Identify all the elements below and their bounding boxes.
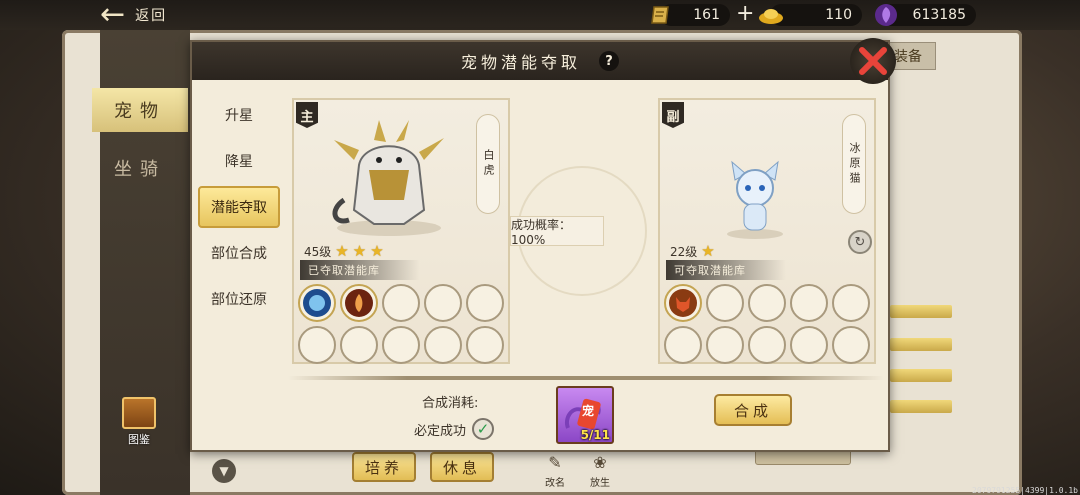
build-id: 2079791255|4399|1.0.1b xyxy=(972,486,1078,495)
atlas-button[interactable]: 图鉴 xyxy=(114,397,164,447)
skill-slot[interactable] xyxy=(832,284,870,322)
skill-slot[interactable] xyxy=(340,284,378,322)
dialog-title: 宠物潜能夺取 xyxy=(460,53,581,72)
ice-cat-pet-image xyxy=(727,160,783,239)
main-pet-card[interactable]: 主 白虎 45级 ★ ★ ★ 已夺取潜能库 xyxy=(292,98,510,364)
edit-icon: ✎ xyxy=(548,453,562,472)
main-pet-level: 45级 ★ ★ ★ xyxy=(304,242,384,260)
purple-crystal-icon xyxy=(873,2,899,28)
pet-material-item[interactable]: 宠 5/11 xyxy=(556,386,614,444)
background-bar xyxy=(890,400,952,413)
dialog-header: 宠物潜能夺取 ? xyxy=(192,42,888,80)
background-bar xyxy=(890,369,952,382)
gold-value: 110 xyxy=(825,7,852,23)
cost-label: 合成消耗: xyxy=(422,396,479,411)
sub-level-text: 22级 xyxy=(670,244,698,259)
gold-ingot-icon xyxy=(758,2,784,28)
sub-skill-banner: 可夺取潜能库 xyxy=(666,260,786,280)
add-currency-button[interactable]: + xyxy=(736,2,754,26)
sub-skill-slots xyxy=(664,284,870,364)
skill-slot[interactable] xyxy=(790,284,828,322)
close-button[interactable] xyxy=(850,38,896,84)
train-button[interactable]: 培养 xyxy=(352,452,416,482)
skill-slot[interactable] xyxy=(664,326,702,364)
skill-slot[interactable] xyxy=(832,326,870,364)
guarantee-option[interactable]: 必定成功 ✓ xyxy=(414,418,495,440)
background-bar xyxy=(890,338,952,351)
main-skill-banner: 已夺取潜能库 xyxy=(300,260,420,280)
main-skill-slots xyxy=(298,284,504,364)
rename-button[interactable]: ✎ 改名 xyxy=(537,452,573,490)
fire-skill-icon xyxy=(345,289,373,317)
tab-pet[interactable]: 宠物 xyxy=(92,88,188,132)
skill-slot[interactable] xyxy=(706,284,744,322)
success-rate: 成功概率：100% xyxy=(510,216,604,247)
chevron-down-icon[interactable]: ▼ xyxy=(212,459,236,483)
synthesize-button[interactable]: 合成 xyxy=(714,394,792,426)
ticket-value: 161 xyxy=(693,7,720,23)
back-button[interactable]: ← 返回 xyxy=(100,0,210,32)
sub-pet-card[interactable]: 副 冰原猫 22级 ★ ↻ 可夺取潜能库 xyxy=(658,98,876,364)
skill-slot[interactable] xyxy=(424,284,462,322)
skill-slot[interactable] xyxy=(466,284,504,322)
back-label: 返回 xyxy=(135,8,168,24)
item-count: 5/11 xyxy=(580,428,610,442)
skill-slot[interactable] xyxy=(748,326,786,364)
menu-part-restore[interactable]: 部位还原 xyxy=(198,278,280,320)
main-level-text: 45级 xyxy=(304,244,332,259)
guarantee-label: 必定成功 xyxy=(414,423,467,439)
skill-slot[interactable] xyxy=(298,326,336,364)
menu-star-down[interactable]: 降星 xyxy=(198,140,280,182)
white-tiger-pet-image xyxy=(332,120,444,236)
rest-button[interactable]: 休息 xyxy=(430,452,494,482)
main-pet-name: 白虎 xyxy=(476,114,500,214)
tab-mount[interactable]: 坐骑 xyxy=(92,146,188,190)
top-bar: ← 返回 161 + 110 613185 xyxy=(0,0,1080,30)
star-icon: ★ xyxy=(335,242,349,260)
sub-pet-level: 22级 ★ xyxy=(670,242,715,260)
skill-slot[interactable] xyxy=(382,284,420,322)
skill-slot[interactable] xyxy=(748,284,786,322)
check-icon[interactable]: ✓ xyxy=(472,418,495,440)
release-button[interactable]: ❀ 放生 xyxy=(582,452,618,490)
lotus-icon: ❀ xyxy=(593,453,607,472)
menu-star-up[interactable]: 升星 xyxy=(198,94,280,136)
item-char: 宠 xyxy=(582,404,595,418)
skill-slot[interactable] xyxy=(706,326,744,364)
star-icon: ★ xyxy=(370,242,384,260)
water-skill-icon xyxy=(303,289,331,317)
help-icon[interactable]: ? xyxy=(599,51,619,71)
close-icon xyxy=(859,47,887,75)
skill-slot[interactable] xyxy=(790,326,828,364)
sub-pet-name: 冰原猫 xyxy=(842,114,866,214)
swap-pet-icon[interactable]: ↻ xyxy=(848,230,872,254)
potential-steal-dialog: 宠物潜能夺取 ? 升星 降星 潜能夺取 部位合成 部位还原 主 白虎 45级 ★… xyxy=(190,38,896,452)
menu-part-synthesis[interactable]: 部位合成 xyxy=(198,232,280,274)
skill-slot[interactable] xyxy=(382,326,420,364)
atlas-label: 图鉴 xyxy=(128,433,150,446)
side-menu: 升星 降星 潜能夺取 部位合成 部位还原 xyxy=(198,94,280,324)
demon-skill-icon xyxy=(669,289,697,317)
crystal-value: 613185 xyxy=(912,7,966,23)
book-icon xyxy=(122,397,156,429)
main-role-badge: 主 xyxy=(296,102,318,128)
skill-slot[interactable] xyxy=(466,326,504,364)
star-icon: ★ xyxy=(701,242,715,260)
back-arrow-icon: ← xyxy=(100,0,126,32)
skill-slot[interactable] xyxy=(340,326,378,364)
menu-potential-steal[interactable]: 潜能夺取 xyxy=(198,186,280,228)
rename-label: 改名 xyxy=(545,478,565,489)
background-bar xyxy=(890,305,952,318)
sub-role-badge: 副 xyxy=(662,102,684,128)
star-icon: ★ xyxy=(352,242,367,260)
skill-slot[interactable] xyxy=(664,284,702,322)
release-label: 放生 xyxy=(590,478,610,489)
skill-slot[interactable] xyxy=(424,326,462,364)
skill-slot[interactable] xyxy=(298,284,336,322)
divider xyxy=(288,376,884,380)
scroll-ticket-icon xyxy=(648,2,674,28)
